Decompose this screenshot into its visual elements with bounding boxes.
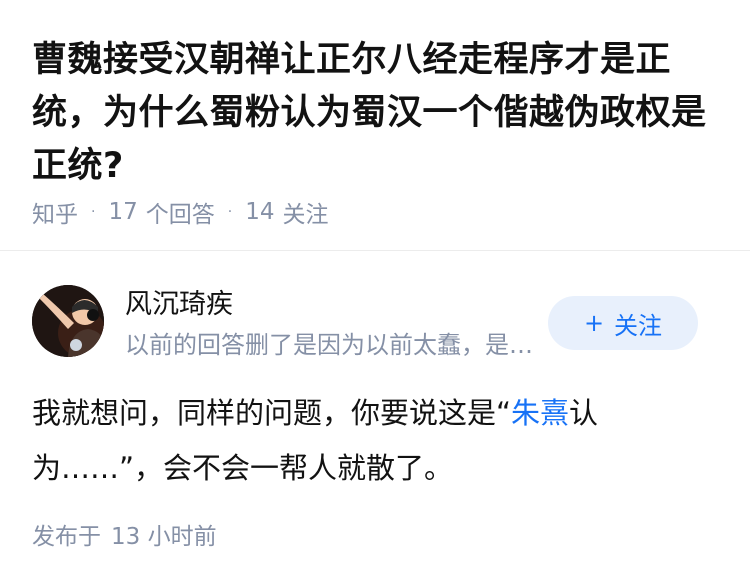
follower-count-label: 关注: [282, 202, 329, 228]
meta-separator: ·: [91, 204, 96, 220]
follow-button[interactable]: + 关注: [548, 296, 698, 350]
follow-button-label: 关注: [614, 311, 663, 340]
publish-time-value: 13 小时前: [111, 524, 217, 550]
answer-content[interactable]: 我就想问，同样的问题，你要说这是“朱熹认为……”，会不会一帮人就散了。: [32, 386, 672, 496]
question-title[interactable]: 曹魏接受汉朝禅让正尔八经走程序才是正统，为什么蜀粉认为蜀汉一个偕越伪政权是正统?: [32, 34, 722, 193]
zhuxi-link[interactable]: 朱熹: [511, 396, 569, 430]
zhihu-question-page: 曹魏接受汉朝禅让正尔八经走程序才是正统，为什么蜀粉认为蜀汉一个偕越伪政权是正统?…: [0, 0, 750, 588]
author-bio: 以前的回答删了是因为以前太蠢，是我的黑历史: [125, 331, 535, 359]
answer-count-label: 个回答: [145, 202, 215, 228]
source-label: 知乎: [32, 202, 78, 228]
answer-text-before-link: 我就想问，同样的问题，你要说这是“: [32, 396, 512, 430]
question-header: 曹魏接受汉朝禅让正尔八经走程序才是正统，为什么蜀粉认为蜀汉一个偕越伪政权是正统?…: [0, 0, 750, 251]
author-name[interactable]: 风沉琦疾: [125, 288, 233, 322]
publish-label: 发布于: [32, 524, 101, 550]
avatar[interactable]: [32, 285, 104, 357]
user-avatar-photo-icon: [32, 285, 104, 357]
plus-icon: +: [583, 309, 605, 337]
follower-count: 14: [245, 199, 275, 225]
publish-time: 发布于 13 小时前: [32, 521, 217, 553]
question-meta: 知乎 · 17 个回答 · 14 关注: [32, 194, 328, 230]
answer-count: 17: [108, 199, 138, 225]
answer-card: 风沉琦疾 以前的回答删了是因为以前太蠢，是我的黑历史 + 关注 我就想问，同样的…: [0, 251, 750, 588]
meta-separator: ·: [227, 204, 233, 220]
